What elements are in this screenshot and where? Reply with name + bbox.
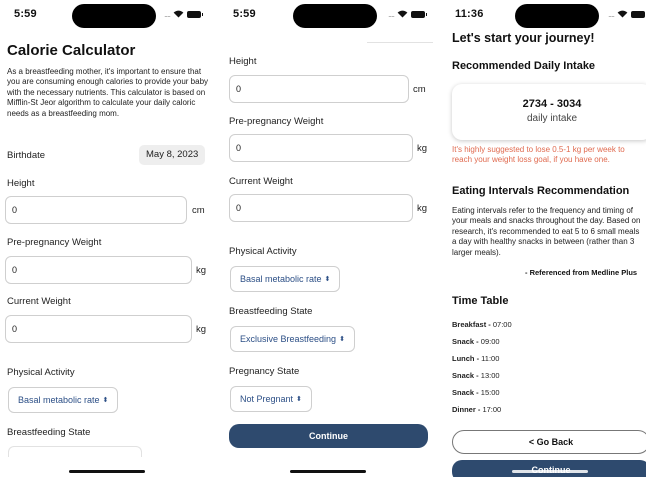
- chevron-updown-icon: ⬍: [324, 276, 331, 283]
- pre-pregnancy-weight-input[interactable]: 0: [5, 256, 192, 284]
- weight-loss-warning: It's highly suggested to lose 0.5-1 kg p…: [452, 145, 625, 165]
- chevron-updown-icon: ⬍: [102, 397, 109, 404]
- daily-intake-card: 2734 - 3034 daily intake: [452, 84, 646, 140]
- breastfeeding-state-label: Breastfeeding State: [229, 306, 313, 317]
- timetable-row: Snack - 13:00: [452, 371, 500, 380]
- pregnancy-state-label: Pregnancy State: [229, 366, 300, 377]
- battery-icon: [411, 10, 428, 18]
- daily-intake-heading: Recommended Daily Intake: [452, 60, 596, 72]
- status-time: 5:59: [14, 8, 37, 20]
- physical-activity-label: Physical Activity: [229, 246, 297, 257]
- status-bar: 11:36 ....: [446, 0, 646, 30]
- chevron-updown-icon: ⬍: [296, 396, 302, 403]
- calorie-calculator-scrolled-screen: 5:59 .... Height 0 cm Pre-pregnancy Weig…: [221, 0, 440, 477]
- home-indicator: [512, 470, 588, 473]
- pre-pregnancy-weight-label: Pre-pregnancy Weight: [229, 116, 324, 127]
- height-label: Height: [7, 178, 35, 189]
- timetable-row: Dinner - 17:00: [452, 405, 502, 414]
- status-time: 5:59: [233, 8, 256, 20]
- breastfeeding-state-value: Exclusive Breastfeeding: [240, 334, 337, 344]
- physical-activity-picker[interactable]: Basal metabolic rate ⬍: [8, 387, 119, 413]
- status-icons: ....: [388, 9, 428, 19]
- breastfeeding-state-picker[interactable]: Exclusive Breastfeeding ⬍: [230, 326, 355, 352]
- status-bar: 5:59 ....: [0, 0, 214, 30]
- signal-icon: ....: [388, 9, 395, 19]
- timetable-row: Snack - 09:00: [452, 337, 500, 346]
- go-back-button[interactable]: < Go Back: [452, 430, 646, 454]
- height-unit: cm: [192, 205, 205, 216]
- pre-pregnancy-weight-label: Pre-pregnancy Weight: [7, 237, 102, 248]
- height-label: Height: [229, 56, 257, 67]
- breastfeeding-state-label: Breastfeeding State: [7, 427, 91, 438]
- status-time: 11:36: [455, 8, 484, 20]
- battery-icon: [187, 10, 204, 18]
- status-icons: ....: [608, 9, 646, 19]
- pre-pregnancy-weight-unit: kg: [417, 143, 428, 154]
- intro-text: As a breastfeeding mother, it's importan…: [7, 67, 209, 118]
- physical-activity-value: Basal metabolic rate: [240, 274, 322, 284]
- current-weight-label: Current Weight: [229, 176, 293, 187]
- status-bar: 5:59 ....: [221, 0, 440, 30]
- signal-icon: ....: [164, 9, 171, 19]
- intake-range: 2734 - 3034: [522, 98, 582, 110]
- eating-intervals-heading: Eating Intervals Recommendation: [452, 185, 630, 197]
- divider: [367, 42, 433, 43]
- status-icons: ....: [164, 9, 204, 19]
- physical-activity-label: Physical Activity: [7, 367, 75, 378]
- timetable-row: Breakfast - 07:00: [452, 320, 512, 329]
- continue-button[interactable]: Continue: [452, 460, 646, 477]
- current-weight-input[interactable]: 0: [5, 315, 192, 343]
- current-weight-label: Current Weight: [7, 296, 71, 307]
- pre-pregnancy-weight-unit: kg: [196, 265, 207, 276]
- home-indicator: [290, 470, 366, 473]
- current-weight-unit: kg: [196, 324, 207, 335]
- calorie-calculator-screen: 5:59 .... Calorie Calculator As a breast…: [0, 0, 214, 477]
- dynamic-island: [72, 4, 156, 28]
- timetable-row: Snack - 15:00: [452, 388, 500, 397]
- birthdate-label: Birthdate: [7, 150, 46, 161]
- height-input[interactable]: 0: [5, 196, 187, 224]
- intake-caption: daily intake: [526, 113, 578, 124]
- chevron-updown-icon: ⬍: [339, 336, 345, 343]
- wifi-icon: [173, 10, 184, 18]
- current-weight-unit: kg: [417, 203, 428, 214]
- physical-activity-value: Basal metabolic rate: [18, 395, 100, 405]
- page-title: Let's start your journey!: [452, 31, 595, 45]
- height-input[interactable]: 0: [229, 75, 409, 103]
- current-weight-input[interactable]: 0: [229, 194, 413, 222]
- eating-intervals-text: Eating intervals refer to the frequency …: [452, 206, 641, 257]
- physical-activity-picker[interactable]: Basal metabolic rate ⬍: [230, 266, 341, 292]
- wifi-icon: [397, 10, 408, 18]
- time-table-heading: Time Table: [452, 295, 509, 307]
- dynamic-island: [293, 4, 377, 28]
- pregnancy-state-value: Not Pregnant: [240, 394, 294, 404]
- timetable-row: Lunch - 11:00: [452, 354, 500, 363]
- pregnancy-state-picker[interactable]: Not Pregnant ⬍: [230, 386, 312, 412]
- wifi-icon: [617, 10, 628, 18]
- continue-button[interactable]: Continue: [229, 424, 428, 448]
- dynamic-island: [515, 4, 599, 28]
- breastfeeding-picker-partial[interactable]: [8, 446, 142, 457]
- page-title: Calorie Calculator: [7, 42, 136, 59]
- results-screen: 11:36 .... Let's start your journey! Rec…: [446, 0, 646, 477]
- pre-pregnancy-weight-input[interactable]: 0: [229, 134, 413, 162]
- battery-icon: [631, 10, 646, 18]
- signal-icon: ....: [608, 9, 615, 19]
- height-unit: cm: [413, 84, 426, 95]
- reference-note: - Referenced from Medline Plus: [525, 268, 638, 277]
- birthdate-picker[interactable]: May 8, 2023: [139, 145, 206, 165]
- home-indicator: [69, 470, 145, 473]
